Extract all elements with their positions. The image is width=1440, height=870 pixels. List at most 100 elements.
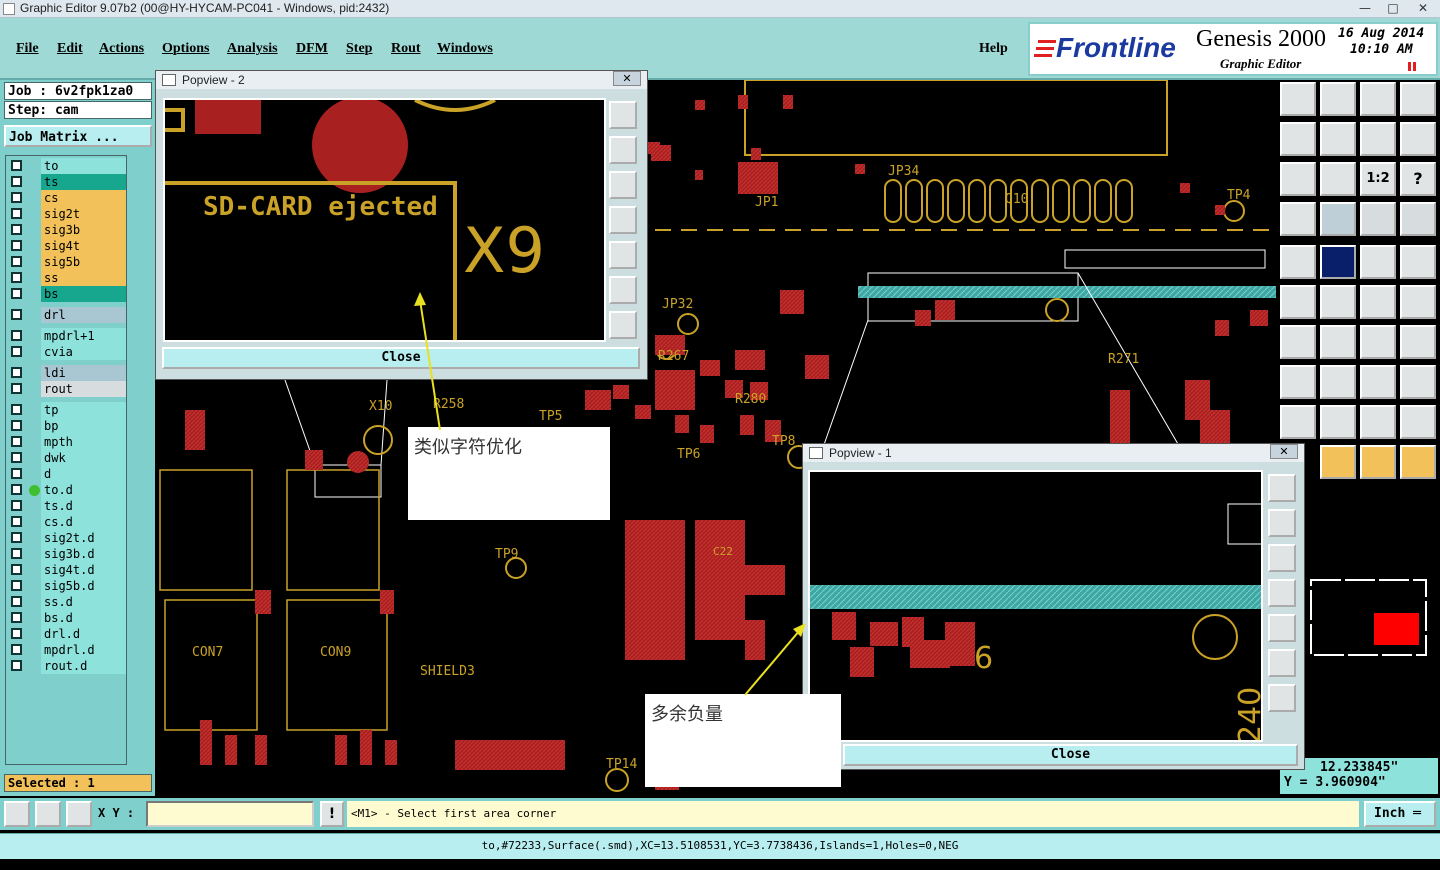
line-icon[interactable] — [1360, 285, 1396, 319]
layer-row-ss-d[interactable]: ss.d — [8, 594, 126, 610]
menu-step[interactable]: Step — [346, 41, 372, 57]
layer-row-bs[interactable]: bs — [8, 286, 126, 302]
layer-checkbox[interactable] — [11, 532, 22, 543]
layer-name[interactable]: sig2t — [41, 206, 126, 222]
pv-zoom-in-icon[interactable] — [1268, 474, 1296, 502]
layer-checkbox[interactable] — [11, 420, 22, 431]
layer-row-mpth[interactable]: mpth — [8, 434, 126, 450]
menu-analysis[interactable]: Analysis — [227, 41, 278, 57]
pv-left-icon[interactable] — [1268, 579, 1296, 607]
arc-icon[interactable] — [1280, 365, 1316, 399]
layer-name[interactable]: bs.d — [41, 610, 126, 626]
layer-row-rout-d[interactable]: rout.d — [8, 658, 126, 674]
layer-checkbox[interactable] — [11, 404, 22, 415]
mirror-icon[interactable] — [1360, 122, 1396, 156]
layer-row-to[interactable]: to — [8, 158, 126, 174]
layer-name[interactable]: dwk — [41, 450, 126, 466]
ruler-icon[interactable] — [1280, 202, 1316, 236]
layer-checkbox[interactable] — [11, 272, 22, 283]
layer-name[interactable]: tp — [41, 402, 126, 418]
layer-name[interactable]: bp — [41, 418, 126, 434]
home-icon[interactable] — [1360, 82, 1396, 116]
menu-dfm[interactable]: DFM — [296, 41, 328, 57]
layer-row-sig5b-d[interactable]: sig5b.d — [8, 578, 126, 594]
layer-name[interactable]: sig4t.d — [41, 562, 126, 578]
alert-icon[interactable]: ! — [320, 801, 344, 827]
layer-checkbox[interactable] — [11, 596, 22, 607]
layer-name[interactable]: to.d — [41, 482, 126, 498]
center-icon[interactable] — [1320, 162, 1356, 196]
diagonal-icon[interactable] — [1320, 325, 1356, 359]
triangle-red-icon[interactable] — [1360, 405, 1396, 439]
layer-row-ts[interactable]: ts — [8, 174, 126, 190]
layer-row-drl-d[interactable]: drl.d — [8, 626, 126, 642]
pan-right-icon[interactable] — [1320, 122, 1356, 156]
units-select[interactable]: Inch ═ — [1364, 801, 1436, 827]
dash-icon[interactable] — [1320, 365, 1356, 399]
layer-checkbox[interactable] — [11, 484, 22, 495]
layer-checkbox[interactable] — [11, 288, 22, 299]
xy-input[interactable] — [146, 801, 314, 827]
layer-row-bs-d[interactable]: bs.d — [8, 610, 126, 626]
layer-name[interactable]: rout — [41, 381, 126, 397]
pv-right-icon[interactable] — [609, 241, 637, 269]
layer-checkbox[interactable] — [11, 346, 22, 357]
layer-checkbox[interactable] — [11, 516, 22, 527]
help-icon[interactable]: ? — [1400, 162, 1436, 196]
layer-name[interactable]: mpdrl.d — [41, 642, 126, 658]
minimize-button[interactable]: — — [1352, 0, 1378, 17]
job-matrix-button[interactable]: Job Matrix ... — [4, 125, 152, 147]
popview-2-close-x[interactable]: ✕ — [613, 71, 641, 86]
layer-name[interactable]: drl — [41, 307, 126, 323]
layer-row-ldi[interactable]: ldi — [8, 365, 126, 381]
span-icon[interactable] — [1360, 365, 1396, 399]
layer-row-rout[interactable]: rout — [8, 381, 126, 397]
layer-name[interactable]: sig3b.d — [41, 546, 126, 562]
scale-1-2-icon[interactable]: 1:2 — [1360, 162, 1396, 196]
cross-icon[interactable] — [1320, 285, 1356, 319]
layer-row-sig4t-d[interactable]: sig4t.d — [8, 562, 126, 578]
zoom-area-icon[interactable] — [4, 801, 30, 827]
popview-2-canvas[interactable]: SD-CARD ejected X9 — [163, 98, 606, 342]
triangle-alt-icon[interactable] — [1400, 405, 1436, 439]
layer-checkbox[interactable] — [11, 383, 22, 394]
layer-name[interactable]: sig5b.d — [41, 578, 126, 594]
layer-name[interactable]: drl.d — [41, 626, 126, 642]
pv-up-icon[interactable] — [609, 136, 637, 164]
triangle-up-icon[interactable] — [1320, 405, 1356, 439]
layer-name[interactable]: cs.d — [41, 514, 126, 530]
layer-name[interactable]: d — [41, 466, 126, 482]
layer-row-mpdrl-1[interactable]: mpdrl+1 — [8, 328, 126, 344]
measure-icon[interactable] — [1360, 245, 1396, 279]
layer-row-cs[interactable]: cs — [8, 190, 126, 206]
layer-row-drl[interactable]: drl — [8, 307, 126, 323]
measure-tool-icon[interactable] — [35, 801, 61, 827]
layer-row-to-d[interactable]: to.d — [8, 482, 126, 498]
triangle-icon[interactable] — [1280, 405, 1316, 439]
layer-row-sig2t-d[interactable]: sig2t.d — [8, 530, 126, 546]
close-window-button[interactable]: ✕ — [1410, 0, 1436, 17]
pv-center-icon[interactable] — [1268, 684, 1296, 712]
layer-row-ts-d[interactable]: ts.d — [8, 498, 126, 514]
layer-name[interactable]: bs — [41, 286, 126, 302]
pan-left-icon[interactable] — [1280, 122, 1316, 156]
menu-actions[interactable]: Actions — [99, 41, 144, 57]
route-icon[interactable] — [1400, 445, 1436, 479]
layer-name[interactable]: to — [41, 158, 126, 174]
pointer-select-icon[interactable] — [1360, 445, 1396, 479]
layer-checkbox[interactable] — [11, 644, 22, 655]
layer-row-mpdrl-d[interactable]: mpdrl.d — [8, 642, 126, 658]
menu-help[interactable]: Help — [979, 41, 1008, 57]
pv-zoom-in-icon[interactable] — [609, 101, 637, 129]
circle-pad-icon[interactable] — [1400, 245, 1436, 279]
menu-windows[interactable]: Windows — [437, 41, 493, 57]
overview-map[interactable] — [1306, 575, 1436, 665]
layer-checkbox[interactable] — [11, 208, 22, 219]
pv-left-icon[interactable] — [609, 206, 637, 234]
menu-rout[interactable]: Rout — [391, 41, 421, 57]
layer-name[interactable]: cs — [41, 190, 126, 206]
maximize-button[interactable]: □ — [1380, 0, 1406, 17]
pad-icon[interactable] — [1280, 245, 1316, 279]
popview-1-close-x[interactable]: ✕ — [1270, 444, 1298, 459]
popview-1-canvas[interactable]: 6 240 — [808, 470, 1263, 742]
